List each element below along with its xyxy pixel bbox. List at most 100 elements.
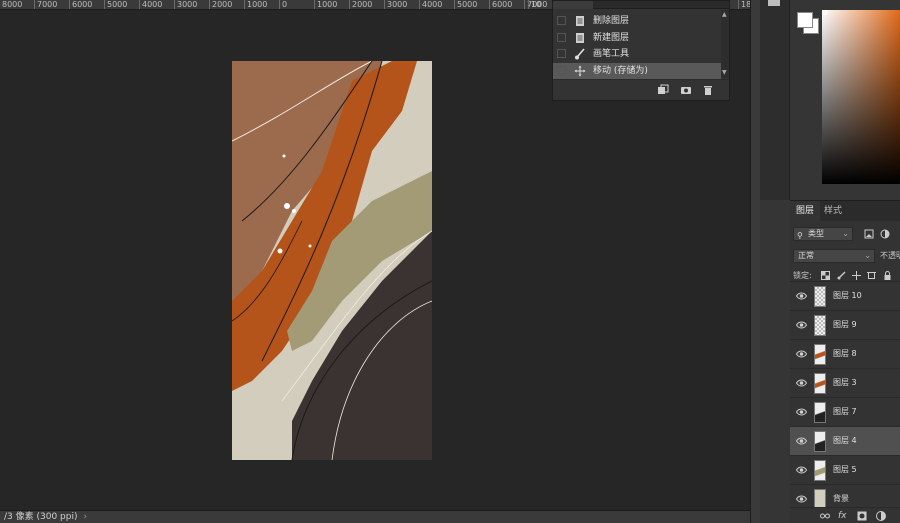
- lock-transparent-icon[interactable]: [821, 271, 830, 280]
- history-checkbox[interactable]: [557, 66, 566, 75]
- artwork-canvas[interactable]: [232, 61, 432, 460]
- layer-thumbnail: [814, 344, 826, 365]
- history-item-label: 移动 (存储为): [593, 66, 648, 76]
- eye-icon[interactable]: [796, 407, 807, 417]
- scroll-down-icon[interactable]: ▼: [722, 70, 728, 76]
- chevron-down-icon: ⌄: [864, 251, 871, 260]
- layer-row[interactable]: 图层 10: [790, 281, 900, 310]
- layer-name: 图层 3: [833, 378, 857, 387]
- ruler-tick-label: 8000: [0, 0, 22, 9]
- ruler-tick-label: 1000: [244, 0, 267, 9]
- tab-styles[interactable]: 样式: [818, 201, 848, 221]
- layers-panel: 图层 样式 ⚲ 类型 ⌄ 正常 ⌄ 不透明 锁定: 图层 10 图层 9 图层 8 图…: [790, 200, 900, 523]
- history-checkbox[interactable]: [557, 16, 566, 25]
- scroll-up-icon[interactable]: ▲: [722, 12, 728, 18]
- layer-name: 图层 4: [833, 436, 857, 445]
- layer-row[interactable]: 图层 3: [790, 368, 900, 397]
- chevron-down-icon: ⌄: [842, 229, 849, 238]
- brush-icon: [575, 48, 585, 60]
- history-item[interactable]: 删除图层: [553, 13, 721, 29]
- history-header: [553, 1, 729, 9]
- blend-mode-select[interactable]: 正常 ⌄: [793, 249, 875, 263]
- document-size: /3 像素 (300 ppi): [4, 512, 78, 522]
- layer-thumbnail: [814, 402, 826, 423]
- lock-all-icon[interactable]: [883, 271, 892, 280]
- new-snapshot-icon[interactable]: [657, 84, 669, 96]
- eye-icon[interactable]: [796, 320, 807, 330]
- layer-filter-select[interactable]: ⚲ 类型 ⌄: [793, 227, 853, 241]
- eye-icon[interactable]: [796, 378, 807, 388]
- layer-row-selected[interactable]: 图层 4: [790, 426, 900, 455]
- link-icon[interactable]: [820, 512, 830, 520]
- history-item-active[interactable]: 移动 (存储为): [553, 63, 721, 79]
- eye-icon[interactable]: [796, 436, 807, 446]
- trash-icon[interactable]: [702, 84, 714, 96]
- history-scrollbar[interactable]: ▲ ▼: [721, 10, 729, 78]
- eye-icon[interactable]: [796, 349, 807, 359]
- ruler-tick-label: 6000: [489, 0, 512, 9]
- search-icon: ⚲: [797, 231, 803, 240]
- color-picker[interactable]: [822, 10, 900, 184]
- eye-icon[interactable]: [796, 465, 807, 475]
- history-item[interactable]: 画笔工具: [553, 46, 721, 62]
- adjustment-icon[interactable]: [876, 511, 886, 521]
- tab-layers[interactable]: 图层: [790, 201, 821, 221]
- status-bar: /3 像素 (300 ppi) ›: [0, 510, 750, 523]
- history-checkbox[interactable]: [557, 33, 566, 42]
- blend-mode-value: 正常: [798, 251, 814, 260]
- ruler-tick-label: 3000: [384, 0, 407, 9]
- ruler-tick-label: 4000: [139, 0, 162, 9]
- layer-row[interactable]: 图层 7: [790, 397, 900, 426]
- foreground-color-swatch[interactable]: [797, 12, 813, 28]
- vertical-ruler: [750, 0, 760, 523]
- history-footer: [553, 79, 729, 99]
- status-arrow-icon[interactable]: ›: [83, 512, 87, 522]
- ruler-tick-label: 2000: [349, 0, 372, 9]
- layer-name: 图层 10: [833, 291, 862, 300]
- ruler-tick-label: 6000: [69, 0, 92, 9]
- lock-label: 锁定:: [793, 271, 812, 280]
- lock-artboard-icon[interactable]: [867, 271, 876, 280]
- layers-tabs: 图层 样式: [790, 201, 900, 221]
- layer-thumbnail: [814, 460, 826, 481]
- ruler-tick-label: 2000: [209, 0, 232, 9]
- ruler-tick-label: 5000: [104, 0, 127, 9]
- layer-thumbnail: [814, 431, 826, 452]
- eye-icon[interactable]: [796, 494, 807, 504]
- layer-row[interactable]: 图层 8: [790, 339, 900, 368]
- layer-thumbnail: [814, 373, 826, 394]
- ruler-tick-label: 10: [528, 0, 541, 9]
- lock-brush-icon[interactable]: [837, 271, 846, 280]
- mask-icon[interactable]: [857, 511, 867, 521]
- layer-name: 图层 5: [833, 465, 857, 474]
- ruler-tick-label: 4000: [419, 0, 442, 9]
- history-panel: 删除图层 新建图层 画笔工具 移动 (存储为) ▲ ▼: [552, 0, 730, 101]
- move-icon: [574, 65, 586, 77]
- ruler-tick-label: 3000: [174, 0, 197, 9]
- layer-name: 图层 7: [833, 407, 857, 416]
- fx-icon[interactable]: fx: [838, 511, 847, 521]
- eye-icon[interactable]: [796, 291, 807, 301]
- history-item-label: 删除图层: [593, 16, 630, 26]
- layer-row[interactable]: 图层 5: [790, 455, 900, 484]
- filter-label: 类型: [808, 229, 824, 238]
- history-item[interactable]: 新建图层: [553, 30, 721, 46]
- layer-thumbnail: [814, 315, 826, 336]
- ruler-tick-label: 0: [279, 0, 287, 9]
- history-item-label: 新建图层: [593, 33, 630, 43]
- layer-name: 图层 8: [833, 349, 857, 358]
- document-icon: [576, 16, 584, 26]
- adjustment-filter-icon[interactable]: [880, 229, 890, 239]
- layers-footer: fx: [790, 507, 900, 523]
- tool-icon[interactable]: [766, 0, 782, 8]
- layer-name: 背景: [833, 494, 849, 503]
- camera-icon[interactable]: [680, 84, 692, 96]
- layer-name: 图层 9: [833, 320, 857, 329]
- lock-move-icon[interactable]: [852, 271, 861, 280]
- layer-row[interactable]: 图层 9: [790, 310, 900, 339]
- layer-thumbnail: [814, 286, 826, 307]
- history-checkbox[interactable]: [557, 49, 566, 58]
- ruler-tick-label: 5000: [454, 0, 477, 9]
- tool-column: [760, 0, 790, 200]
- image-filter-icon[interactable]: [864, 229, 874, 239]
